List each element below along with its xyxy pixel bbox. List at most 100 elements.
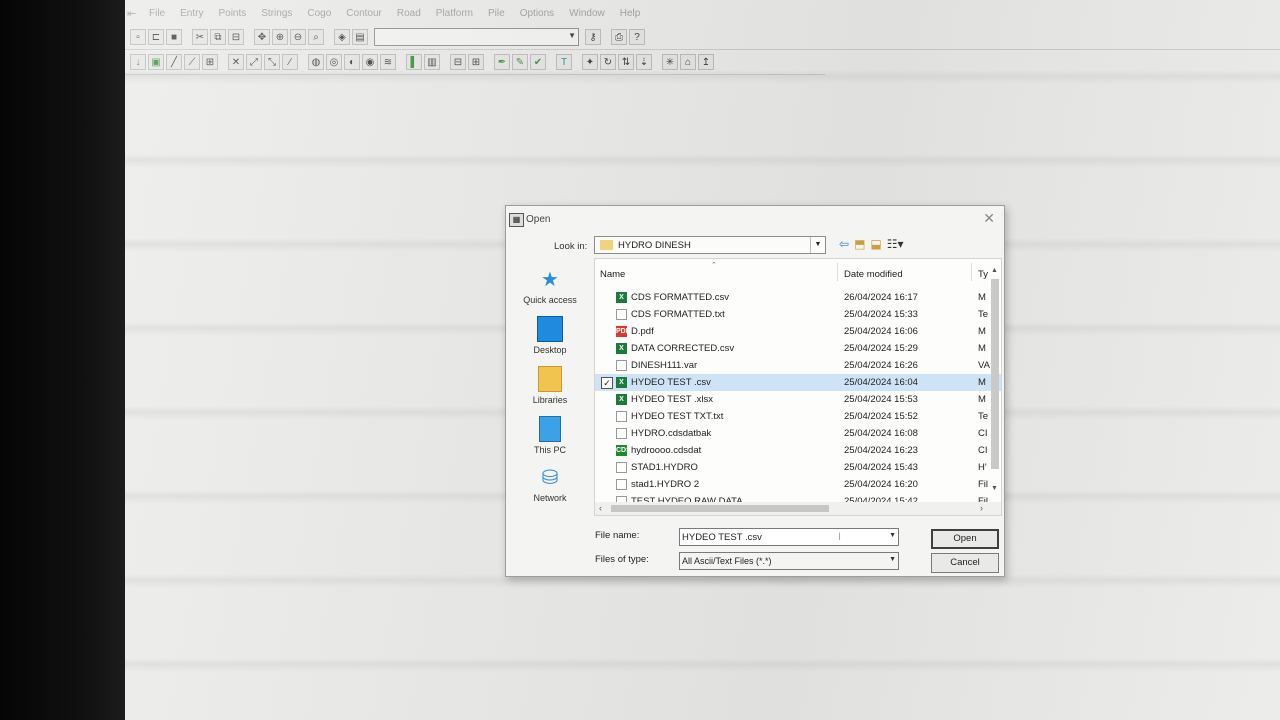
scroll-right-icon[interactable]: › [980,503,983,513]
place-libraries[interactable]: Libraries [514,366,586,406]
vertical-scrollbar[interactable]: ▲ ▼ [989,267,1001,492]
file-row[interactable]: PDF D.pdf 25/04/2024 16:06 M [595,323,1001,340]
menu-help[interactable]: Help [620,8,641,19]
place-network[interactable]: ⛁ Network [514,466,586,504]
paste-icon[interactable]: ⊟ [228,29,244,45]
tree-icon[interactable]: ✳ [662,54,678,70]
move-icon[interactable]: ✕ [228,54,244,70]
menu-options[interactable]: Options [520,8,554,19]
look-in-dropdown[interactable]: HYDRO DINESH ▼ [594,236,826,254]
menu-file[interactable]: File [149,8,165,19]
key-icon[interactable]: ⚷ [585,29,601,45]
menu-road[interactable]: Road [397,8,421,19]
scroll-up-icon[interactable]: ▲ [991,267,998,274]
new-file-icon[interactable]: ▫ [130,29,146,45]
pan-icon[interactable]: ✥ [254,29,270,45]
file-row[interactable]: X CDS FORMATTED.csv 26/04/2024 16:17 M [595,289,1001,306]
view-menu-icon[interactable]: ☷▾ [887,237,904,251]
menu-window[interactable]: Window [569,8,605,19]
zoom-in-icon[interactable]: ⊕ [272,29,288,45]
zoom-out-icon[interactable]: ⊖ [290,29,306,45]
menu-platform[interactable]: Platform [436,8,473,19]
chevron-down-icon[interactable]: ▼ [889,532,896,539]
trim-icon[interactable]: ⤡ [264,54,280,70]
level-icon[interactable]: ⇅ [618,54,634,70]
file-row[interactable]: HYDRO.cdsdatbak 25/04/2024 16:08 CI [595,425,1001,442]
menu-entry[interactable]: Entry [180,8,203,19]
window-control-icon[interactable]: ⇤ [127,7,141,20]
scroll-down-icon[interactable]: ▼ [991,485,998,492]
file-date: 25/04/2024 16:08 [844,428,918,439]
menu-contour[interactable]: Contour [346,8,382,19]
print-icon[interactable]: ⎙ [611,29,627,45]
menu-pile[interactable]: Pile [488,8,505,19]
rotate-icon[interactable]: ↻ [600,54,616,70]
extend-icon[interactable]: ⤢ [246,54,262,70]
checkbox-icon[interactable]: ✓ [601,377,613,389]
column-header-name[interactable]: Name [600,269,625,280]
scroll-left-icon[interactable]: ‹ [599,503,602,513]
menu-strings[interactable]: Strings [261,8,292,19]
scroll-thumb[interactable] [991,279,999,469]
bell-icon[interactable]: ⌂ [680,54,696,70]
file-row[interactable]: HYDEO TEST TXT.txt 25/04/2024 15:52 Te [595,408,1001,425]
open-folder-icon[interactable]: ⊏ [148,29,164,45]
file-row[interactable]: STAD1.HYDRO 25/04/2024 15:43 H' [595,459,1001,476]
cancel-button[interactable]: Cancel [931,553,999,573]
menu-cogo[interactable]: Cogo [307,8,331,19]
pen-icon[interactable]: ✒ [494,54,510,70]
copy-icon[interactable]: ⧉ [210,29,226,45]
measure-icon[interactable]: ∕ [282,54,298,70]
file-row[interactable]: CDS FORMATTED.txt 25/04/2024 15:33 Te [595,306,1001,323]
column-header-type[interactable]: Ty [978,269,988,280]
context-help-icon[interactable]: ? [629,29,645,45]
edit-pen-icon[interactable]: ✎ [512,54,528,70]
pin-icon[interactable]: ⇣ [636,54,652,70]
save-icon[interactable]: ■ [166,29,182,45]
grid-icon[interactable]: ⊞ [202,54,218,70]
polyline-icon[interactable]: ⟋ [184,54,200,70]
volume-icon[interactable]: ◉ [362,54,378,70]
database-icon[interactable]: ▤ [352,29,368,45]
line-icon[interactable]: ╱ [166,54,182,70]
zoom-window-icon[interactable]: ⌕ [308,29,324,45]
horizontal-scrollbar[interactable]: ‹ › [595,502,1001,515]
point-icon[interactable]: ↓ [130,54,146,70]
file-row[interactable]: ✓ X HYDEO TEST .csv 25/04/2024 16:04 M [595,374,1001,391]
new-folder-icon[interactable]: ⬓ [870,237,881,251]
surface-icon[interactable]: ◐ [344,54,360,70]
file-row[interactable]: DINESH111.var 25/04/2024 16:26 VA [595,357,1001,374]
layer-icon[interactable]: ◈ [334,29,350,45]
text-icon[interactable]: T [556,54,572,70]
scroll-thumb[interactable] [611,505,829,512]
cut-icon[interactable]: ✂ [192,29,208,45]
column-header-date[interactable]: Date modified [844,269,903,280]
place-this-pc[interactable]: This PC [514,416,586,456]
file-row[interactable]: X DATA CORRECTED.csv 25/04/2024 15:29 M [595,340,1001,357]
place-desktop[interactable]: Desktop [514,316,586,356]
node-icon[interactable]: ✦ [582,54,598,70]
file-type-select[interactable]: All Ascii/Text Files (*.*) ▼ [679,552,899,570]
contour-icon[interactable]: ◎ [326,54,342,70]
check-icon[interactable]: ✔ [530,54,546,70]
file-row[interactable]: CDS hydroooo.cdsdat 25/04/2024 16:23 CI [595,442,1001,459]
up-folder-icon[interactable]: ⬒ [854,237,865,251]
back-icon[interactable]: ⇦ [839,237,849,251]
marker-icon[interactable]: ↥ [698,54,714,70]
profile-icon[interactable]: ≋ [380,54,396,70]
section-icon[interactable]: ▥ [424,54,440,70]
table-icon[interactable]: ⊟ [450,54,466,70]
place-quick-access[interactable]: ★ Quick access [514,268,586,306]
file-row[interactable]: stad1.HYDRO 2 25/04/2024 16:20 Fil [595,476,1001,493]
menu-bar: ⇤ File Entry Points Strings Cogo Contour… [125,2,725,24]
layer-combo[interactable]: ▼ [374,28,579,46]
file-row[interactable]: X HYDEO TEST .xlsx 25/04/2024 15:53 M [595,391,1001,408]
menu-points[interactable]: Points [218,8,246,19]
frame-icon[interactable]: ⊞ [468,54,484,70]
close-icon[interactable]: ✕ [983,210,995,227]
file-name-field[interactable]: HYDEO TEST .csv I ▼ [679,528,899,546]
road-icon[interactable]: ▌ [406,54,422,70]
open-button[interactable]: Open [931,529,999,549]
coordinate-icon[interactable]: ▣ [148,54,164,70]
globe-icon[interactable]: ◍ [308,54,324,70]
